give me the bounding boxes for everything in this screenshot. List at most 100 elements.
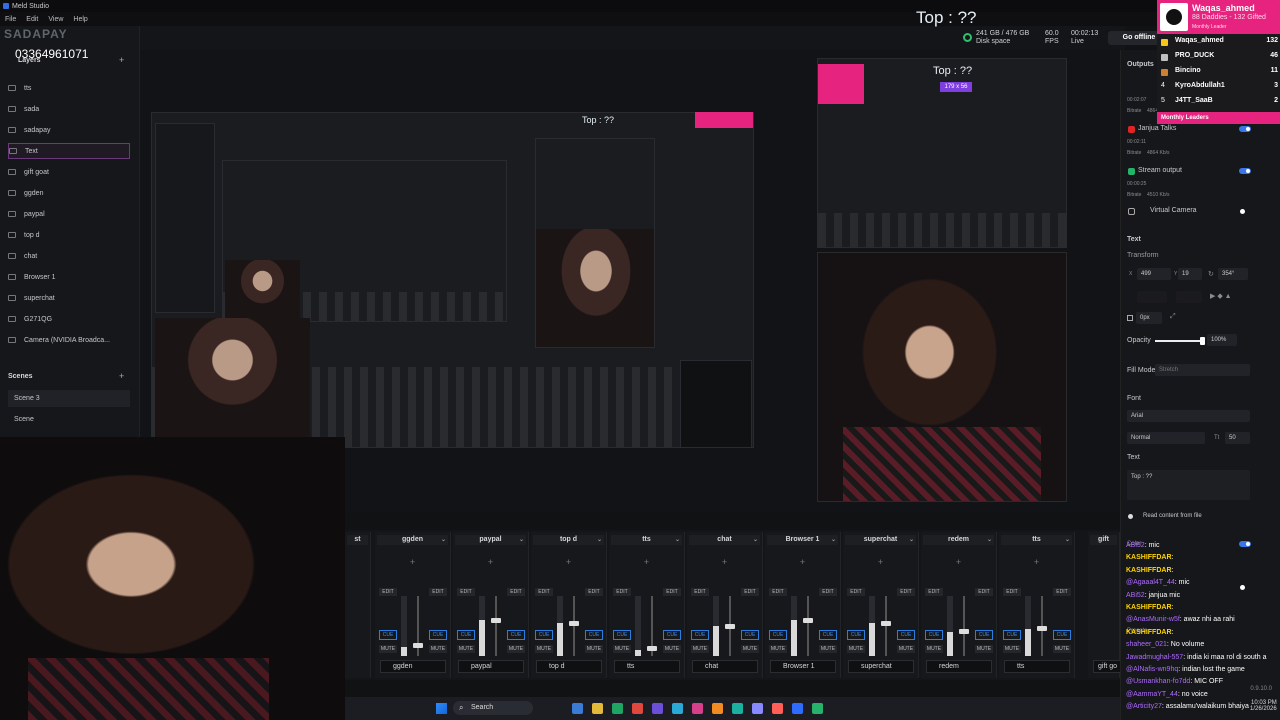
app-icon[interactable] xyxy=(712,703,723,714)
channel-name-dropdown[interactable]: tts ⌄ xyxy=(611,535,682,545)
volume-fader[interactable] xyxy=(963,596,965,656)
volume-fader-handle[interactable] xyxy=(413,643,423,648)
edit-button[interactable]: EDIT xyxy=(769,588,787,596)
taskbar-search[interactable]: ⌕ Search xyxy=(453,701,533,715)
menu-file[interactable]: File xyxy=(0,16,21,23)
layer-item[interactable]: Camera (NVIDIA Broadca... xyxy=(8,332,130,348)
volume-fader-handle[interactable] xyxy=(803,618,813,623)
channel-name-dropdown[interactable]: chat ⌄ xyxy=(689,535,760,545)
volume-fader[interactable] xyxy=(885,596,887,656)
volume-fader-handle[interactable] xyxy=(569,621,579,626)
channel-name-dropdown[interactable]: tts ⌄ xyxy=(1001,535,1072,545)
edit-button[interactable]: EDIT xyxy=(379,588,397,596)
app-icon[interactable] xyxy=(732,703,743,714)
cue-button[interactable]: CUE xyxy=(691,630,709,640)
layer-item[interactable]: ggden xyxy=(8,185,130,201)
add-layer-icon[interactable]: + xyxy=(119,55,124,65)
mute-button[interactable]: MUTE xyxy=(975,645,993,653)
add-scene-icon[interactable]: + xyxy=(119,371,124,381)
windows-start-icon[interactable] xyxy=(436,703,447,714)
virtual-camera-toggle[interactable] xyxy=(1240,209,1245,214)
align-icons[interactable]: ▶ ◆ ▲ xyxy=(1210,292,1232,300)
cue-button[interactable]: CUE xyxy=(535,630,553,640)
edit-button[interactable]: EDIT xyxy=(457,588,475,596)
edit-button[interactable]: EDIT xyxy=(585,588,603,596)
layer-item[interactable]: sada xyxy=(8,101,130,117)
channel-source[interactable]: redem xyxy=(926,660,992,673)
edit-button[interactable]: EDIT xyxy=(925,588,943,596)
app-icon[interactable] xyxy=(812,703,823,714)
corner-radius-field[interactable]: 0px xyxy=(1136,312,1162,324)
edit-button[interactable]: EDIT xyxy=(507,588,525,596)
edit-button[interactable]: EDIT xyxy=(741,588,759,596)
cue-button[interactable]: CUE xyxy=(379,630,397,640)
mute-button[interactable]: MUTE xyxy=(429,645,447,653)
menu-edit[interactable]: Edit xyxy=(21,16,43,23)
cue-button[interactable]: CUE xyxy=(429,630,447,640)
text-content-input[interactable]: Top : ?? xyxy=(1127,470,1250,500)
edit-button[interactable]: EDIT xyxy=(535,588,553,596)
layer-item[interactable]: Browser 1 xyxy=(8,269,130,285)
channel-name-dropdown[interactable]: paypal ⌄ xyxy=(455,535,526,545)
mute-button[interactable]: MUTE xyxy=(663,645,681,653)
channel-source[interactable]: superchat xyxy=(848,660,914,673)
app-icon[interactable] xyxy=(772,703,783,714)
volume-fader[interactable] xyxy=(495,596,497,656)
app-icon[interactable] xyxy=(612,703,623,714)
cue-button[interactable]: CUE xyxy=(769,630,787,640)
mute-button[interactable]: MUTE xyxy=(1053,645,1071,653)
rotation-field[interactable]: 354° xyxy=(1218,268,1248,280)
edit-button[interactable]: EDIT xyxy=(1003,588,1021,596)
top-text-overlay[interactable]: Top : ?? xyxy=(916,8,977,28)
layer-item[interactable]: Text xyxy=(8,143,130,159)
mute-button[interactable]: MUTE xyxy=(535,645,553,653)
cue-button[interactable]: CUE xyxy=(507,630,525,640)
mute-button[interactable]: MUTE xyxy=(897,645,915,653)
edit-button[interactable]: EDIT xyxy=(1053,588,1071,596)
add-filter-icon[interactable]: + xyxy=(609,557,684,567)
channel-name-dropdown[interactable]: superchat ⌄ xyxy=(845,535,916,545)
channel-name-dropdown[interactable]: top d ⌄ xyxy=(533,535,604,545)
channel-source[interactable]: top d xyxy=(536,660,602,673)
x-field[interactable]: 499 xyxy=(1137,268,1171,280)
menu-help[interactable]: Help xyxy=(68,16,92,23)
app-icon[interactable] xyxy=(632,703,643,714)
edit-button[interactable]: EDIT xyxy=(847,588,865,596)
mute-button[interactable]: MUTE xyxy=(457,645,475,653)
channel-source[interactable]: tts xyxy=(614,660,680,673)
mute-button[interactable]: MUTE xyxy=(769,645,787,653)
layer-item[interactable]: gift goat xyxy=(8,164,130,180)
output-toggle[interactable] xyxy=(1239,168,1251,174)
cue-button[interactable]: CUE xyxy=(741,630,759,640)
cue-button[interactable]: CUE xyxy=(1053,630,1071,640)
volume-fader[interactable] xyxy=(573,596,575,656)
volume-fader-handle[interactable] xyxy=(959,629,969,634)
app-icon[interactable] xyxy=(672,703,683,714)
add-filter-icon[interactable]: + xyxy=(765,557,840,567)
opacity-slider[interactable] xyxy=(1155,340,1202,342)
volume-fader-handle[interactable] xyxy=(1037,626,1047,631)
read-file-checkbox[interactable] xyxy=(1128,514,1133,519)
browser-icon[interactable] xyxy=(572,703,583,714)
app-icon[interactable] xyxy=(692,703,703,714)
add-filter-icon[interactable]: + xyxy=(843,557,918,567)
fill-mode-select[interactable]: Stretch xyxy=(1155,364,1250,376)
font-weight-select[interactable]: Normal xyxy=(1127,432,1205,444)
add-filter-icon[interactable]: + xyxy=(453,557,528,567)
edit-button[interactable]: EDIT xyxy=(691,588,709,596)
add-filter-icon[interactable]: + xyxy=(999,557,1074,567)
mute-button[interactable]: MUTE xyxy=(1003,645,1021,653)
layer-item[interactable]: G271QG xyxy=(8,311,130,327)
opacity-field[interactable]: 100% xyxy=(1207,334,1237,346)
cue-button[interactable]: CUE xyxy=(585,630,603,640)
cue-button[interactable]: CUE xyxy=(925,630,943,640)
output-toggle[interactable] xyxy=(1239,126,1251,132)
layer-item[interactable]: top d xyxy=(8,227,130,243)
font-select[interactable]: Arial xyxy=(1127,410,1250,422)
layer-item[interactable]: chat xyxy=(8,248,130,264)
add-filter-icon[interactable]: + xyxy=(921,557,996,567)
mute-button[interactable]: MUTE xyxy=(819,645,837,653)
mute-button[interactable]: MUTE xyxy=(925,645,943,653)
volume-fader-handle[interactable] xyxy=(647,646,657,651)
mute-button[interactable]: MUTE xyxy=(585,645,603,653)
